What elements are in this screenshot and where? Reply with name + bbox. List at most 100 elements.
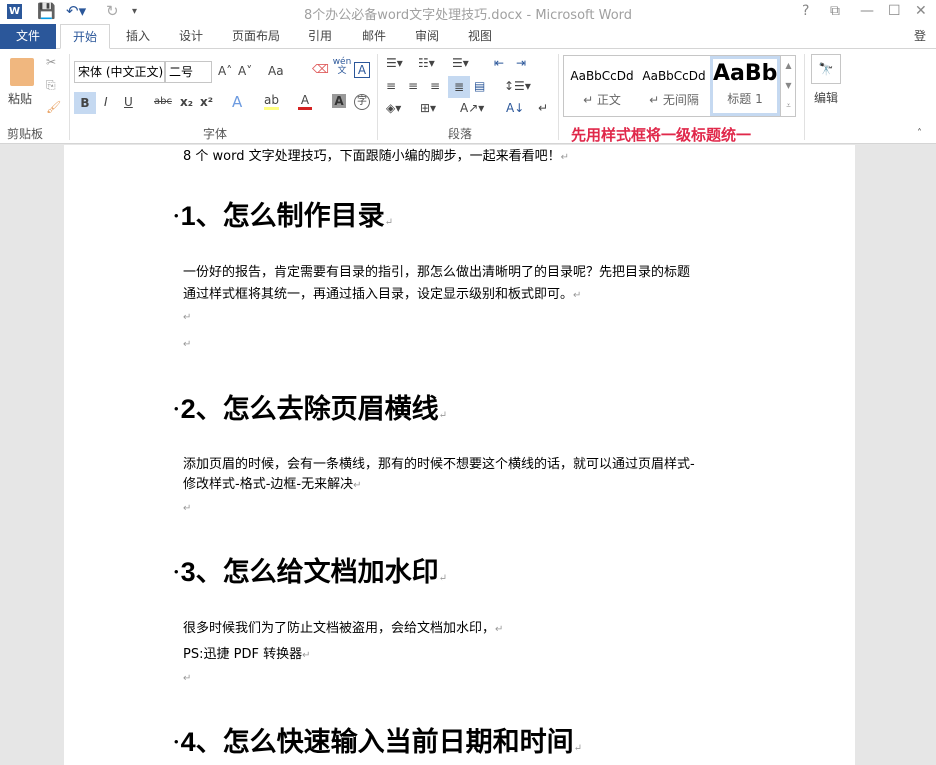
shrink-font-button[interactable]: A˅ <box>238 64 252 78</box>
tab-home[interactable]: 开始 <box>60 24 111 49</box>
heading-1: ·1、怎么制作目录↵ <box>172 201 394 232</box>
style-heading1[interactable]: AaBb 标题 1 <box>710 56 780 116</box>
tab-references[interactable]: 引用 <box>296 24 344 49</box>
tab-file[interactable]: 文件 <box>0 24 56 49</box>
maximize-button[interactable]: ☐ <box>888 3 901 19</box>
divider <box>377 54 378 140</box>
copy-icon[interactable]: ⎘ <box>46 78 56 93</box>
highlight-button[interactable]: ab <box>264 93 279 110</box>
collapse-ribbon-icon[interactable]: ˄ <box>917 128 922 139</box>
window-title: 8个办公必备word文字处理技巧.docx - Microsoft Word <box>303 8 633 23</box>
paragraph: 添加页眉的时候，会有一条横线，那有的时候不想要这个横线的话，就可以通过页眉样式- <box>183 457 695 472</box>
justify-icon[interactable]: ≣ <box>448 76 470 98</box>
enclose-char-button[interactable]: 字 <box>354 94 370 110</box>
style-sample: AaBb <box>713 61 778 86</box>
borders-icon[interactable]: ⊞▾ <box>420 101 436 115</box>
paragraph-mark: ↵ <box>183 312 192 323</box>
decrease-indent-icon[interactable]: ⇤ <box>494 56 504 70</box>
tab-mailings[interactable]: 邮件 <box>350 24 398 49</box>
paragraph-mark: ↵ <box>573 290 582 301</box>
character-border-button[interactable]: A <box>354 62 370 78</box>
paragraph-mark: ↵ <box>302 650 311 661</box>
paragraph: PS:迅捷 PDF 转换器↵ <box>183 643 310 662</box>
phonetic-guide-button[interactable]: wén文 <box>332 58 352 76</box>
editing-button[interactable]: 编辑 <box>814 89 838 106</box>
paragraph: 一份好的报告，肯定需要有目录的指引，那怎么做出清晰明了的目录呢？先把目录的标题 <box>183 265 691 280</box>
heading-text: 2、怎么去除页眉横线 <box>180 394 439 424</box>
change-case-button[interactable]: Aa <box>268 64 284 78</box>
sign-in-link[interactable]: 登录 <box>902 24 936 67</box>
bold-button[interactable]: B <box>74 92 96 114</box>
style-name: 标题 1 <box>727 92 763 106</box>
font-size-select[interactable]: 二号 <box>165 61 212 83</box>
divider <box>804 54 805 140</box>
ribbon-display-button[interactable]: ⧉ <box>830 3 840 19</box>
gallery-scrollbar[interactable]: ▲ ▼ ⩡ <box>780 56 796 116</box>
show-marks-icon[interactable]: ↵ <box>538 101 548 115</box>
paragraph-mark: ↵ <box>573 743 582 754</box>
tab-review[interactable]: 审阅 <box>403 24 451 49</box>
align-right-icon[interactable]: ≡ <box>430 79 440 93</box>
heading-text: 1、怎么制作目录 <box>180 201 385 231</box>
tab-insert[interactable]: 插入 <box>114 24 162 49</box>
clear-format-icon[interactable]: ⌫ <box>312 62 329 76</box>
line-spacing-icon[interactable]: ↕☰▾ <box>504 79 531 93</box>
heading-text: 4、怎么快速输入当前日期和时间 <box>180 727 574 757</box>
find-icon[interactable]: 🔭 <box>811 54 841 84</box>
superscript-button[interactable]: x² <box>200 95 213 109</box>
heading-2: ·2、怎么去除页眉横线↵ <box>172 394 448 425</box>
minimize-button[interactable]: — <box>860 3 874 19</box>
sort-icon[interactable]: A↓ <box>506 101 524 115</box>
paragraph-mark: ↵ <box>438 410 448 421</box>
subscript-button[interactable]: x₂ <box>180 95 193 109</box>
heading-4: ·4、怎么快速输入当前日期和时间↵ <box>172 727 582 758</box>
paragraph-mark: ↵ <box>384 217 394 228</box>
shading-button[interactable]: A <box>332 94 346 108</box>
chinese-layout-icon[interactable]: A↗▾ <box>460 101 484 115</box>
paragraph: 通过样式框将其统一，再通过插入目录，设定显示级别和板式即可。↵ <box>183 283 581 302</box>
grow-font-button[interactable]: A˄ <box>218 64 232 78</box>
style-name: ↵ 无间隔 <box>649 93 699 107</box>
divider <box>69 54 70 140</box>
style-normal[interactable]: AaBbCcDd ↵ 正文 <box>566 56 638 116</box>
paragraph-mark: ↵ <box>495 624 504 635</box>
style-sample: AaBbCcDd <box>570 69 634 83</box>
paragraph-mark: ↵ <box>353 480 362 491</box>
style-sample: AaBbCcDd <box>642 69 706 83</box>
help-button[interactable]: ? <box>802 3 809 19</box>
title-bar: W 💾 ↶▾ ↻ ▾ 8个办公必备word文字处理技巧.docx - Micro… <box>0 0 936 24</box>
style-name: ↵ 正文 <box>583 93 621 107</box>
bullets-icon[interactable]: ☰▾ <box>386 56 403 70</box>
numbering-icon[interactable]: ☷▾ <box>418 56 435 70</box>
paste-icon[interactable] <box>10 58 34 86</box>
font-name-select[interactable]: 宋体 (中文正文) <box>74 61 165 83</box>
tab-view[interactable]: 视图 <box>456 24 504 49</box>
italic-button[interactable]: I <box>104 95 108 109</box>
distributed-icon[interactable]: ▤ <box>474 79 485 93</box>
clipboard-group-label: 剪贴板 <box>7 127 44 141</box>
paste-button[interactable]: 粘贴 <box>8 90 32 107</box>
text: 很多时候我们为了防止文档被盗用，会给文档加水印， <box>183 621 496 636</box>
shading-fill-icon[interactable]: ◈▾ <box>386 101 401 115</box>
text-effects-button[interactable]: A <box>232 93 242 111</box>
heading-text: 3、怎么给文档加水印 <box>180 557 439 587</box>
align-left-icon[interactable]: ≡ <box>386 79 396 93</box>
align-center-icon[interactable]: ≡ <box>408 79 418 93</box>
cut-icon[interactable]: ✂ <box>46 55 56 69</box>
paragraph-mark: ↵ <box>438 573 448 584</box>
paragraph-mark: ↵ <box>560 152 570 163</box>
strikethrough-button[interactable]: abc <box>154 96 172 107</box>
text: 修改样式-格式-边框-无来解决 <box>183 477 354 492</box>
font-color-button[interactable]: A <box>298 93 312 110</box>
increase-indent-icon[interactable]: ⇥ <box>516 56 526 70</box>
ribbon-tabs: 文件 开始 插入 设计 页面布局 引用 邮件 审阅 视图 登录 <box>0 24 936 67</box>
underline-button[interactable]: U <box>124 95 133 109</box>
paragraph: 很多时候我们为了防止文档被盗用，会给文档加水印，↵ <box>183 617 503 636</box>
tab-design[interactable]: 设计 <box>167 24 215 49</box>
tab-layout[interactable]: 页面布局 <box>220 24 292 49</box>
format-painter-icon[interactable]: 🖌 <box>46 100 61 114</box>
style-no-spacing[interactable]: AaBbCcDd ↵ 无间隔 <box>638 56 710 116</box>
multilevel-list-icon[interactable]: ☰▾ <box>452 56 469 70</box>
close-button[interactable]: ✕ <box>915 3 927 19</box>
paragraph-mark: ↵ <box>183 339 192 350</box>
